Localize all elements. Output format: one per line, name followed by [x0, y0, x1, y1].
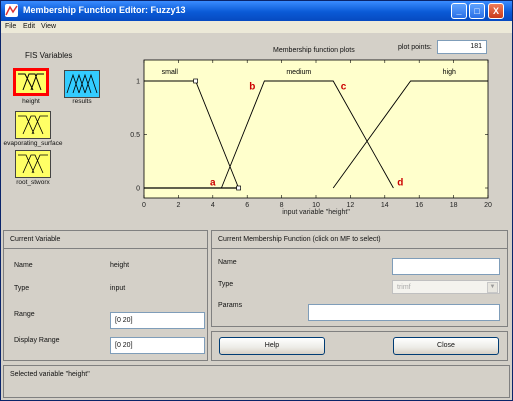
x-tick-label: 16	[415, 202, 423, 209]
status-text: Selected variable "height"	[10, 371, 90, 378]
mf-name-label-small[interactable]: small	[162, 69, 179, 76]
help-button[interactable]: Help	[219, 337, 325, 355]
var-type-value: input	[110, 285, 126, 292]
x-tick-label: 0	[142, 202, 146, 209]
mf-handle[interactable]	[236, 185, 241, 191]
x-tick-label: 12	[347, 202, 355, 209]
annotation-c: c	[341, 81, 347, 92]
annotation-d: d	[397, 178, 403, 189]
x-tick-label: 8	[280, 202, 284, 209]
x-axis-label: input variable "height"	[282, 209, 350, 216]
x-tick-label: 14	[381, 202, 389, 209]
x-tick-label: 20	[484, 202, 492, 209]
status-bar: Selected variable "height"	[3, 365, 510, 398]
mf-handle[interactable]	[193, 78, 198, 84]
range-input[interactable]: [0 20]	[110, 312, 205, 329]
mf-name-label-high[interactable]: high	[443, 69, 456, 76]
mf-type-dropdown[interactable]: trimf ▼	[392, 280, 500, 294]
x-tick-label: 6	[245, 202, 249, 209]
mf-name-label-medium[interactable]: medium	[286, 69, 311, 76]
button-panel: Help Close	[211, 331, 508, 361]
params-label: Params	[218, 302, 243, 309]
var-name-value: height	[110, 262, 130, 269]
range-label: Range	[14, 311, 35, 318]
x-tick-label: 2	[176, 202, 180, 209]
mf-type-value: trimf	[397, 284, 411, 291]
mf-type-label: Type	[218, 281, 234, 288]
chevron-down-icon: ▼	[487, 282, 498, 293]
mf-name-input[interactable]	[392, 258, 500, 275]
var-name-label: Name	[14, 262, 33, 269]
params-input[interactable]	[308, 304, 500, 321]
mf-editor-window: Membership Function Editor: Fuzzy13 _ □ …	[0, 0, 513, 401]
x-tick-label: 18	[450, 202, 458, 209]
display-range-label: Display Range	[14, 337, 60, 344]
mf-name-label: Name	[218, 259, 237, 266]
x-tick-label: 4	[211, 202, 215, 209]
annotation-a: a	[210, 178, 216, 189]
current-variable-panel: Current Variable Name height Type input …	[3, 230, 208, 361]
display-range-input[interactable]: [0 20]	[110, 337, 205, 354]
y-tick-label: 1	[136, 79, 140, 86]
current-mf-heading: Current Membership Function (click on MF…	[212, 231, 507, 249]
y-tick-label: 0.5	[130, 132, 140, 139]
x-tick-label: 10	[312, 202, 320, 209]
membership-function-plot[interactable]: 0 2 4 6 8 10 12 14 16 18 20 0 0.5 1 small medium high a b c…	[1, 1, 512, 225]
close-button[interactable]: Close	[393, 337, 499, 355]
var-type-label: Type	[14, 285, 30, 292]
current-mf-panel: Current Membership Function (click on MF…	[211, 230, 508, 327]
y-tick-label: 0	[136, 186, 140, 193]
current-variable-heading: Current Variable	[4, 231, 207, 249]
annotation-b: b	[249, 81, 255, 92]
